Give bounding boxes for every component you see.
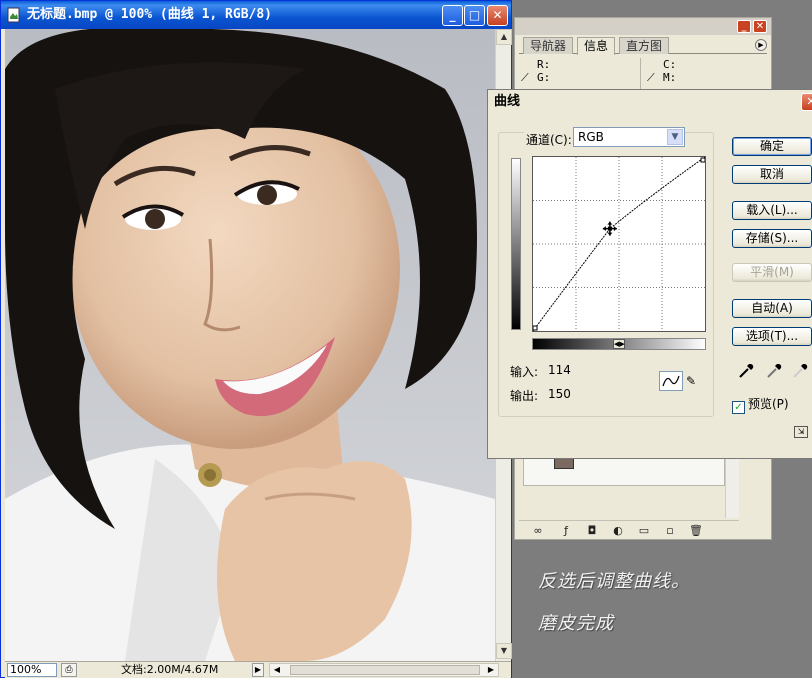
cancel-button[interactable]: 取消 — [732, 165, 812, 184]
scroll-down-icon[interactable]: ▼ — [496, 643, 512, 659]
ok-button[interactable]: 确定 — [732, 137, 812, 156]
panel-close-icon[interactable]: ✕ — [753, 20, 767, 33]
channel-select[interactable]: RGB ▼ — [573, 127, 685, 147]
gray-eyedropper-icon[interactable] — [765, 362, 783, 380]
portrait-photo — [5, 29, 495, 661]
black-eyedropper-icon[interactable] — [737, 362, 755, 380]
load-button[interactable]: 载入(L)... — [732, 201, 812, 220]
channel-label: 通道(C): — [524, 131, 574, 148]
curve-mode-button[interactable] — [659, 371, 683, 391]
pencil-tool-icon[interactable]: ✎ — [686, 373, 702, 389]
curves-dialog: 曲线 ✕ 通道(C): RGB ▼ ◀▶ 输入: 114 输出: 150 ✎ 确… — [487, 89, 812, 459]
adjustment-layer-icon[interactable]: ◐ — [611, 524, 625, 537]
page-setup-icon[interactable]: ⎙ — [61, 663, 77, 677]
info-r-label: R: — [537, 58, 551, 71]
scroll-thumb[interactable] — [290, 665, 480, 675]
output-value: 150 — [548, 387, 571, 401]
link-layers-icon[interactable]: ∞ — [531, 524, 545, 537]
panel-menu-icon[interactable]: ▶ — [755, 39, 767, 51]
info-m-label: M: — [663, 71, 677, 84]
info-g-label: G: — [537, 71, 551, 84]
preview-label: 预览(P) — [748, 397, 789, 411]
document-status-bar: 100% ⎙ 文档:2.00M/4.67M ▶ ◀ ▶ — [5, 661, 511, 678]
maximize-button[interactable]: □ — [464, 5, 485, 26]
output-gradient-bar — [511, 158, 521, 330]
photoshop-doc-icon — [7, 7, 20, 23]
panel-minimize-icon[interactable]: _ — [737, 20, 751, 33]
chevron-down-icon[interactable]: ▼ — [667, 129, 683, 145]
document-horizontal-scrollbar[interactable]: ◀ ▶ — [269, 663, 499, 677]
info-c-label: C: — [663, 58, 677, 71]
caption-line-1: 反选后调整曲线。 — [538, 571, 690, 592]
curve-point-move-icon — [602, 221, 617, 236]
input-label: 输入: — [510, 365, 539, 379]
scroll-up-icon[interactable]: ▲ — [496, 29, 512, 45]
input-value: 114 — [548, 363, 571, 377]
curve-graph-canvas — [532, 156, 706, 332]
document-window: 无标题.bmp @ 100% (曲线 1, RGB/8) _ □ ✕ ▲ ▼ 1… — [0, 0, 512, 678]
expand-dialog-icon[interactable]: ⇲ — [794, 426, 808, 438]
panel-title-bar[interactable]: _ ✕ — [515, 18, 771, 35]
layer-style-icon[interactable]: ƒ — [559, 524, 573, 537]
caption-line-2: 磨皮完成 — [538, 613, 614, 634]
image-canvas[interactable] — [5, 29, 495, 661]
curves-title[interactable]: 曲线 — [488, 90, 812, 114]
channel-value: RGB — [578, 130, 604, 144]
close-button[interactable]: ✕ — [487, 5, 508, 26]
save-button[interactable]: 存储(S)... — [732, 229, 812, 248]
panel-tabs: 导航器 信息 直方图 — [519, 37, 767, 55]
tab-info[interactable]: 信息 — [577, 37, 616, 55]
document-title-bar[interactable]: 无标题.bmp @ 100% (曲线 1, RGB/8) — [1, 1, 511, 29]
scroll-left-icon[interactable]: ◀ — [270, 664, 284, 676]
curve-tool-icon — [662, 375, 680, 387]
curve-point-black — [532, 325, 538, 331]
input-gradient-bar: ◀▶ — [532, 338, 706, 350]
eyedropper-icon-2: ⟋ — [647, 71, 655, 84]
eyedropper-icon: ⟋ — [521, 71, 529, 84]
auto-button[interactable]: 自动(A) — [732, 299, 812, 318]
tab-histogram[interactable]: 直方图 — [619, 37, 670, 54]
status-menu-arrow-icon[interactable]: ▶ — [252, 663, 264, 677]
delete-layer-icon[interactable]: 🗑 — [689, 524, 703, 537]
options-button[interactable]: 选项(T)... — [732, 327, 812, 346]
tab-navigator[interactable]: 导航器 — [523, 37, 574, 54]
minimize-button[interactable]: _ — [442, 5, 463, 26]
new-group-icon[interactable]: ▭ — [637, 524, 651, 537]
curve-graph[interactable] — [532, 156, 706, 332]
layer-mask-icon[interactable]: ◘ — [585, 524, 599, 537]
preview-checkbox[interactable]: ✓ 预览(P) — [732, 395, 789, 414]
curve-point-white — [700, 157, 706, 163]
output-label: 输出: — [510, 389, 539, 403]
smooth-button[interactable]: 平滑(M) — [732, 263, 812, 282]
curves-close-button[interactable]: ✕ — [801, 93, 812, 111]
info-divider — [640, 58, 641, 90]
zoom-field[interactable]: 100% — [7, 663, 57, 677]
white-eyedropper-icon[interactable] — [791, 362, 809, 380]
layers-toolbar: ∞ ƒ ◘ ◐ ▭ ▫ 🗑 — [519, 520, 739, 540]
document-title: 无标题.bmp @ 100% (曲线 1, RGB/8) — [27, 7, 273, 22]
check-icon[interactable]: ✓ — [732, 401, 745, 414]
document-size-info: 文档:2.00M/4.67M — [121, 663, 219, 676]
gradient-swap-icon[interactable]: ◀▶ — [613, 339, 625, 349]
new-layer-icon[interactable]: ▫ — [663, 524, 677, 537]
scroll-right-icon[interactable]: ▶ — [484, 664, 498, 676]
